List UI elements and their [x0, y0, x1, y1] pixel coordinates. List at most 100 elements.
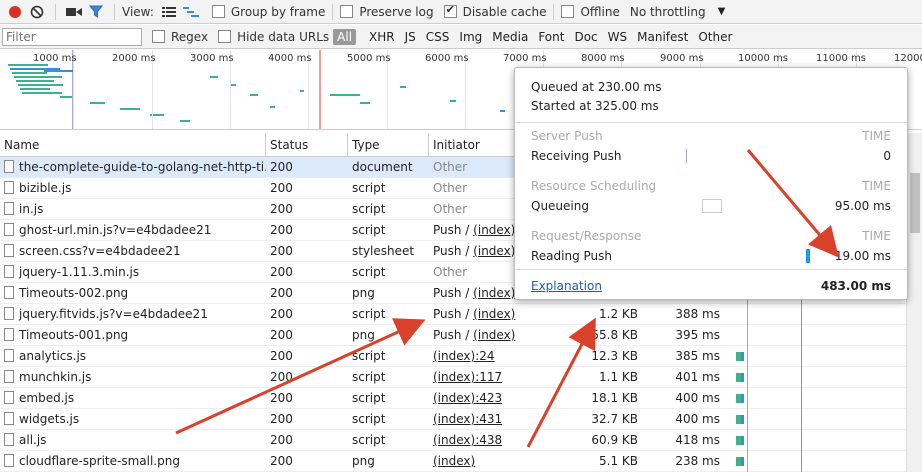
view-label: View: [122, 4, 154, 19]
request-name-cell[interactable]: cloudflare-sprite-small.png [0, 451, 266, 472]
table-row[interactable]: embed.js 200 script (index):423 18.1 KB 400 m… [0, 388, 906, 409]
request-name-cell[interactable]: embed.js [0, 388, 266, 409]
overview-button[interactable] [180, 1, 202, 23]
type-filter-js[interactable]: JS [400, 30, 421, 44]
request-name-cell[interactable]: screen.css?v=e4bdadee21 [0, 241, 266, 262]
initiator-link[interactable]: (index) [473, 307, 515, 321]
chevron-down-icon: ▼ [717, 6, 726, 17]
time-cell: 395 ms [675, 328, 720, 342]
throttling-select[interactable]: No throttling ▼ [630, 5, 725, 19]
type-filter-xhr[interactable]: XHR [364, 30, 400, 44]
record-button[interactable] [4, 1, 26, 23]
table-row[interactable]: Timeouts-001.png 200 png Push / (index) 55.8… [0, 325, 906, 346]
receiving-push-row: Receiving Push 0 [531, 149, 891, 163]
type-filter-css[interactable]: CSS [421, 30, 455, 44]
disable-cache-option[interactable]: Disable cache [434, 3, 546, 19]
initiator-link[interactable]: (index) [473, 328, 515, 342]
hide-data-urls-checkbox[interactable] [218, 30, 232, 43]
preserve-log-option[interactable]: Preserve log [340, 5, 434, 19]
filter-toggle-button[interactable] [85, 1, 107, 23]
table-row[interactable]: munchkin.js 200 script (index):117 1.1 KB 401… [0, 367, 906, 388]
offline-option[interactable]: Offline [561, 5, 620, 19]
file-icon [4, 265, 14, 278]
waterfall-download-bar [741, 457, 744, 466]
file-icon [4, 202, 14, 215]
type-cell: document [352, 160, 413, 174]
request-name-cell[interactable]: Timeouts-002.png [0, 283, 266, 304]
type-filter-manifest[interactable]: Manifest [632, 30, 693, 44]
explanation-link[interactable]: Explanation [531, 279, 602, 293]
overview-request-bar [12, 72, 47, 74]
request-name-cell[interactable]: in.js [0, 199, 266, 220]
initiator-link[interactable]: (index):431 [433, 412, 502, 426]
video-camera-icon [66, 7, 82, 16]
request-name-cell[interactable]: Timeouts-001.png [0, 325, 266, 346]
column-header-status[interactable]: Status [266, 133, 348, 157]
offline-checkbox[interactable] [561, 5, 575, 18]
request-name-cell[interactable]: analytics.js [0, 346, 266, 367]
type-filter-media[interactable]: Media [487, 30, 533, 44]
initiator-cell: (index):24 [429, 346, 564, 367]
column-header-name[interactable]: Name [0, 133, 266, 157]
request-name-cell[interactable]: all.js [0, 430, 266, 451]
file-icon [4, 286, 14, 299]
regex-checkbox[interactable] [152, 30, 165, 43]
waterfall-icon [182, 6, 199, 17]
timing-bar [702, 199, 722, 213]
scrollbar-thumb[interactable] [910, 173, 920, 233]
request-name-cell[interactable]: munchkin.js [0, 367, 266, 388]
type-cell: script [352, 391, 386, 405]
waterfall-download-bar [741, 352, 744, 361]
type-filter-doc[interactable]: Doc [569, 30, 602, 44]
type-cell: script [352, 202, 386, 216]
overview-request-bar [300, 90, 304, 92]
screenshot-button[interactable] [63, 1, 85, 23]
group-by-frame-checkbox[interactable] [211, 5, 225, 18]
column-header-type[interactable]: Type [348, 133, 429, 157]
type-filter-img[interactable]: Img [454, 30, 487, 44]
waterfall-cell [726, 388, 906, 409]
total-time: 483.00 ms [820, 279, 891, 293]
type-filter-ws[interactable]: WS [603, 30, 632, 44]
initiator-link[interactable]: (index) [473, 244, 515, 258]
table-row[interactable]: analytics.js 200 script (index):24 12.3 KB 38… [0, 346, 906, 367]
type-filter-other[interactable]: Other [693, 30, 737, 44]
large-rows-button[interactable] [158, 1, 180, 23]
initiator-link[interactable]: (index) [473, 223, 515, 237]
timing-value: 0 [883, 149, 891, 163]
time-cell: 401 ms [675, 370, 720, 384]
initiator-link[interactable]: (index):24 [433, 349, 495, 363]
overview-tick-label: 10000 ms [738, 53, 788, 64]
initiator-link[interactable]: (index):117 [433, 370, 502, 384]
request-name-cell[interactable]: widgets.js [0, 409, 266, 430]
clear-button[interactable] [26, 1, 48, 23]
table-row[interactable]: all.js 200 script (index):438 60.9 KB 418 ms [0, 430, 906, 451]
initiator-link[interactable]: (index):423 [433, 391, 502, 405]
initiator-link[interactable]: (index):438 [433, 433, 502, 447]
list-icon [161, 6, 176, 17]
preserve-log-checkbox[interactable] [340, 5, 354, 18]
request-name-cell[interactable]: jquery-1.11.3.min.js [0, 262, 266, 283]
filter-input[interactable] [2, 27, 142, 46]
type-cell: png [352, 286, 375, 300]
disable-cache-checkbox[interactable] [443, 3, 457, 18]
request-name-cell[interactable]: bizible.js [0, 178, 266, 199]
request-name-cell[interactable]: the-complete-guide-to-golang-net-http-ti… [0, 157, 266, 178]
status-cell: 200 [270, 202, 293, 216]
request-name-cell[interactable]: jquery.fitvids.js?v=e4bdadee21 [0, 304, 266, 325]
time-header: TIME [862, 129, 891, 143]
vertical-scrollbar[interactable] [906, 133, 922, 472]
group-by-frame-option[interactable]: Group by frame [202, 5, 325, 19]
initiator-link[interactable]: (index) [433, 454, 475, 468]
type-filter-font[interactable]: Font [533, 30, 569, 44]
size-cell: 55.8 KB [591, 328, 638, 342]
request-name-cell[interactable]: ghost-url.min.js?v=e4bdadee21 [0, 220, 266, 241]
table-row[interactable]: cloudflare-sprite-small.png 200 png (index)… [0, 451, 906, 472]
hide-data-urls-option[interactable]: Hide data URLs [208, 30, 329, 44]
table-row[interactable]: widgets.js 200 script (index):431 32.7 KB 400… [0, 409, 906, 430]
time-header: TIME [862, 229, 891, 243]
regex-option[interactable]: Regex [142, 30, 208, 44]
type-filter-all[interactable]: All [333, 28, 357, 45]
initiator-link[interactable]: (index) [473, 286, 515, 300]
table-row[interactable]: jquery.fitvids.js?v=e4bdadee21 200 script P… [0, 304, 906, 325]
